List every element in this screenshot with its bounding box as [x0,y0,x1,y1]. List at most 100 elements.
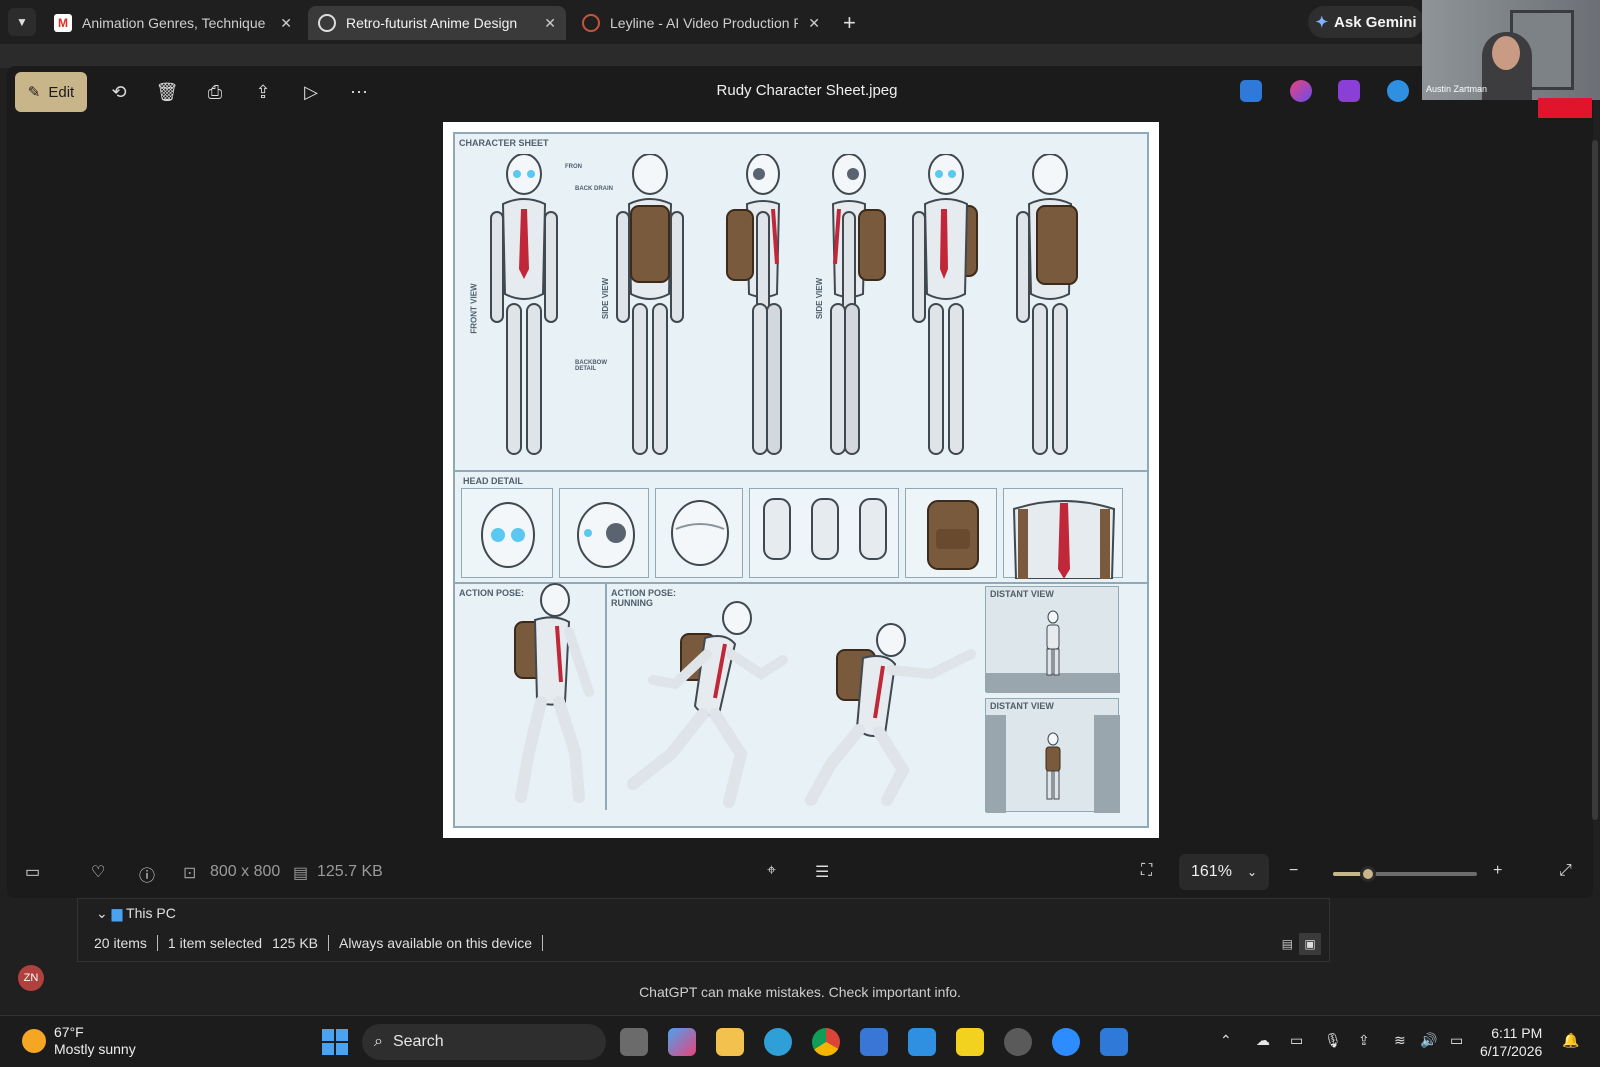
head-detail-label: HEAD DETAIL [463,476,523,486]
taskbar-search-box[interactable]: ⌕ Search [362,1024,606,1060]
close-tab-icon[interactable]: ✕ [808,15,820,32]
character-sheet-image: CHARACTER SHEET FRON BACK DRAIN BACKBOW … [443,122,1159,838]
fullscreen-icon[interactable]: ⤢ [1559,862,1572,880]
snipping-tool-icon[interactable] [908,1028,936,1056]
chevron-down-icon: ⌄ [1246,865,1257,879]
robot-three-quarter-front [911,153,981,455]
page-scrollbar[interactable] [1592,140,1598,820]
distant-view-panel-1: DISTANT VIEW [985,586,1120,693]
fit-to-window-icon[interactable]: ⛶ [1141,862,1152,880]
ask-gemini-label: Ask Gemini [1334,13,1417,31]
photos-app-icon[interactable] [1100,1028,1128,1056]
delete-icon[interactable]: 🗑 [153,78,181,106]
explorer-status-bar: 20 items 1 item selected 125 KB Always a… [94,935,544,951]
divider [605,584,607,810]
text-scan-icon[interactable]: ☰ [815,862,829,882]
photo-viewer-window: ✎ Edit ⟲ 🗑 ⎙ ⇪ ▷ ⋯ Rudy Character Sheet.… [7,66,1593,898]
edit-button[interactable]: ✎ Edit [15,72,87,112]
leyline-icon [582,14,600,32]
new-tab-icon[interactable]: + [843,10,856,36]
slideshow-icon[interactable]: ▷ [297,78,325,106]
item-count: 20 items [94,935,147,951]
zoom-out-icon[interactable]: − [1289,862,1298,880]
filmstrip-icon[interactable]: ▭ [25,862,40,882]
video-call-tile[interactable]: Austin Zartman [1422,0,1600,100]
robot-action-pose-walking [485,582,605,812]
chrome-browser-icon[interactable] [812,1028,840,1056]
onedrive-icon[interactable] [1387,80,1409,102]
zoom-slider[interactable] [1333,866,1477,882]
windows-taskbar: 67°F Mostly sunny ⌕ Search ⌃ ☁ ▭ 🎙 ⇪ ≋ 🔊… [0,1015,1600,1067]
microsoft-store-icon[interactable] [860,1028,888,1056]
cast-icon[interactable]: ▭ [1290,1032,1303,1049]
robot-back-view [615,153,685,455]
divider [542,935,544,951]
tab-title: Animation Genres, Technique a [82,15,271,31]
robot-front-view [489,153,559,455]
tab-leyline[interactable]: Leyline - AI Video Production P ✕ [572,6,830,40]
system-clock[interactable]: 6:11 PM 6/17/2026 [1480,1024,1542,1060]
tiles-view-icon[interactable]: ▣ [1299,933,1321,955]
zoom-app-icon[interactable] [1052,1028,1080,1056]
weather-widget[interactable]: 67°F Mostly sunny [22,1024,136,1058]
visual-search-icon[interactable]: ⌖ [767,862,776,880]
ask-gemini-button[interactable]: ✦ Ask Gemini [1308,6,1424,38]
close-tab-icon[interactable]: ✕ [280,15,292,32]
favorite-heart-icon[interactable]: ♡ [91,862,105,882]
task-view-icon[interactable] [620,1028,648,1056]
zoom-level-value: 161% [1191,863,1232,880]
viewer-toolbar: ✎ Edit ⟲ 🗑 ⎙ ⇪ ▷ ⋯ Rudy Character Sheet.… [7,66,1593,118]
selection-size: 125 KB [272,935,319,951]
details-view-icon[interactable]: ▤ [1282,937,1293,951]
search-placeholder: Search [392,1033,444,1050]
wifi-icon[interactable]: ≋ [1394,1032,1406,1049]
rotate-icon[interactable]: ⟲ [105,78,133,106]
video-participant-head [1492,36,1520,70]
sticky-notes-icon[interactable] [956,1028,984,1056]
paint-app-icon[interactable] [1240,80,1262,102]
battery-icon[interactable]: ▭ [1450,1032,1463,1049]
robot-action-pose-crouching [791,614,981,814]
selection-count: 1 item selected [167,935,263,951]
notification-area-icon[interactable]: ⇪ [1358,1032,1370,1049]
gemini-icon: ✦ [1315,14,1329,31]
tab-animation-genres[interactable]: M Animation Genres, Technique a ✕ [44,6,302,40]
edge-browser-icon[interactable] [764,1028,792,1056]
tab-list-button[interactable]: ▼ [8,8,36,36]
file-info-icon[interactable]: ⓘ [139,862,155,886]
robot-side-view-2 [819,153,889,455]
clipchamp-icon[interactable] [1338,80,1360,102]
zoom-level-dropdown[interactable]: 161% ⌄ [1179,854,1269,890]
tree-item-label: This PC [126,905,176,921]
more-options-icon[interactable]: ⋯ [345,78,373,106]
chatgpt-icon [318,14,336,32]
file-explorer-icon[interactable] [716,1028,744,1056]
file-title: Rudy Character Sheet.jpeg [716,82,898,99]
viewer-bottom-bar: ▭ ♡ ⓘ ⊡ 800 x 800 ▤ 125.7 KB ⌖ ☰ ⛶ 161% … [7,848,1593,898]
callout-front: FRON [565,164,582,170]
tree-item-this-pc[interactable]: ⌄ ▆ This PC [96,905,176,922]
head-side-panel [559,488,649,578]
volume-icon[interactable]: 🔊 [1420,1032,1437,1049]
copilot-icon[interactable] [1290,80,1312,102]
print-icon[interactable]: ⎙ [201,78,229,106]
close-tab-icon[interactable]: ✕ [544,15,556,32]
tab-title: Leyline - AI Video Production P [610,15,799,31]
label-side-view: SIDE VIEW [601,277,611,320]
file-size-icon: ▤ [293,865,309,882]
tab-retro-futurist[interactable]: Retro-futurist Anime Design ✕ [308,6,566,40]
search-icon: ⌕ [374,1033,383,1050]
chevron-up-icon[interactable]: ⌃ [1220,1032,1232,1049]
copilot-taskbar-icon[interactable] [668,1028,696,1056]
onedrive-tray-icon[interactable]: ☁ [1256,1032,1270,1049]
microphone-icon[interactable]: 🎙 [1324,1032,1342,1049]
notifications-bell-icon[interactable]: 🔔 [1562,1032,1579,1049]
media-player-icon[interactable] [1004,1028,1032,1056]
availability-status: Always available on this device [339,935,533,951]
participant-name: Austin Zartman [1426,84,1488,94]
zoom-in-icon[interactable]: + [1493,862,1502,880]
share-icon[interactable]: ⇪ [249,78,277,106]
distant-view-panel-2: DISTANT VIEW [985,698,1120,813]
zoom-slider-handle[interactable] [1359,866,1376,882]
windows-start-icon[interactable] [322,1029,348,1055]
